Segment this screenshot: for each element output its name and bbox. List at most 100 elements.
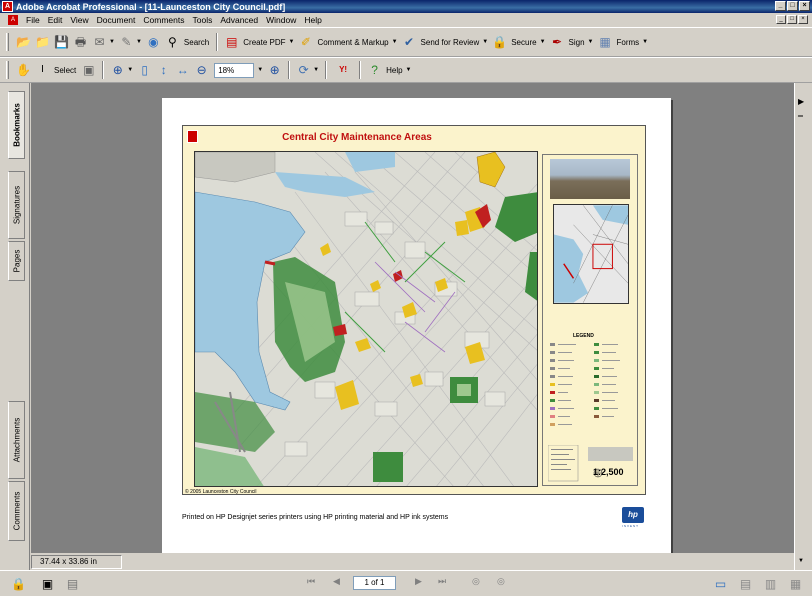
document-properties-icon[interactable]: ▤ xyxy=(64,575,81,592)
map-notes xyxy=(548,445,633,482)
options-arrow-icon[interactable]: ▶ xyxy=(798,97,804,106)
toolbar-separator xyxy=(359,61,362,79)
fit-page-icon[interactable]: ↕ xyxy=(155,62,172,79)
actual-size-icon[interactable]: ▯ xyxy=(136,62,153,79)
attach-icon[interactable]: ✎ xyxy=(118,34,135,51)
chevron-down-icon[interactable]: ▼ xyxy=(642,39,648,45)
vertical-scrollbar[interactable]: ▶ ═ ▼ xyxy=(794,83,812,570)
first-page-icon[interactable]: ⏮ xyxy=(307,576,315,587)
zoom-in-small-icon[interactable]: ⊕ xyxy=(266,62,283,79)
facing-icon[interactable]: ▥ xyxy=(762,575,779,592)
forms-button[interactable]: Forms xyxy=(616,38,639,47)
email-icon[interactable]: ✉ xyxy=(91,34,108,51)
help-icon[interactable]: ? xyxy=(366,62,383,79)
tab-pages[interactable]: Pages xyxy=(8,241,25,281)
page-thumbnail-icon[interactable]: ▣ xyxy=(39,575,56,592)
comment-icon[interactable]: ✐ xyxy=(297,34,314,51)
acrobat-icon: A xyxy=(2,1,13,12)
yahoo-icon[interactable]: Y! xyxy=(332,62,354,79)
next-view-icon[interactable]: ◎ xyxy=(497,576,505,587)
chevron-down-icon[interactable]: ▼ xyxy=(136,39,142,45)
snapshot-icon[interactable]: ▣ xyxy=(80,62,97,79)
forms-icon[interactable]: ▦ xyxy=(596,34,613,51)
tab-attachments[interactable]: Attachments xyxy=(8,401,25,479)
globe-icon[interactable]: ◉ xyxy=(145,34,162,51)
chevron-down-icon[interactable]: ▼ xyxy=(289,39,295,45)
chevron-down-icon[interactable]: ▼ xyxy=(588,39,594,45)
close-icon[interactable]: × xyxy=(799,1,810,11)
minimize-icon[interactable]: _ xyxy=(775,1,786,11)
comment-markup-button[interactable]: Comment & Markup xyxy=(317,38,388,47)
menu-comments[interactable]: Comments xyxy=(139,15,188,25)
legend-items xyxy=(550,343,620,426)
previous-view-icon[interactable]: ◎ xyxy=(472,576,480,587)
pdf-page: Central City Maintenance Areas © 2005 La… xyxy=(162,98,671,553)
fit-width-icon[interactable]: ↔ xyxy=(174,62,191,79)
search-button[interactable]: Search xyxy=(184,38,209,47)
last-page-icon[interactable]: ⏭ xyxy=(438,576,446,587)
previous-page-icon[interactable]: ◀ xyxy=(333,576,340,587)
menu-help[interactable]: Help xyxy=(300,15,325,25)
chevron-down-icon[interactable]: ▼ xyxy=(257,67,263,73)
chevron-down-icon[interactable]: ▼ xyxy=(313,67,319,73)
single-page-icon[interactable]: ▭ xyxy=(712,575,729,592)
menu-advanced[interactable]: Advanced xyxy=(216,15,262,25)
zoom-out-icon[interactable]: ⊖ xyxy=(193,62,210,79)
hand-icon[interactable]: ✋ xyxy=(15,62,32,79)
help-button[interactable]: Help xyxy=(386,66,402,75)
security-lock-icon[interactable]: 🔒 xyxy=(10,575,27,592)
document-viewer[interactable]: Central City Maintenance Areas © 2005 La… xyxy=(31,83,794,553)
document-icon[interactable]: A xyxy=(8,15,18,25)
toolbar-grip[interactable] xyxy=(6,33,9,51)
organizer-icon[interactable]: 📁 xyxy=(34,34,51,51)
continuous-icon[interactable]: ▤ xyxy=(737,575,754,592)
pen-icon[interactable]: ✒ xyxy=(549,34,566,51)
split-handle-icon[interactable]: ═ xyxy=(798,113,803,120)
maximize-icon[interactable]: □ xyxy=(787,1,798,11)
create-pdf-icon[interactable]: ▤ xyxy=(223,34,240,51)
location-map xyxy=(553,204,629,304)
continuous-facing-icon[interactable]: ▦ xyxy=(787,575,804,592)
send-review-button[interactable]: Send for Review xyxy=(421,38,480,47)
binoculars-icon[interactable]: ⚲ xyxy=(164,34,181,51)
page-number-input[interactable]: 1 of 1 xyxy=(353,576,396,590)
next-page-icon[interactable]: ▶ xyxy=(415,576,422,587)
print-icon[interactable]: 🖶 xyxy=(72,34,89,51)
toolbar-grip[interactable] xyxy=(6,61,9,79)
zoom-input[interactable]: 18% xyxy=(214,62,255,78)
menu-file[interactable]: File xyxy=(22,15,44,25)
tab-signatures[interactable]: Signatures xyxy=(8,171,25,239)
menu-window[interactable]: Window xyxy=(262,15,300,25)
menu-document[interactable]: Document xyxy=(93,15,140,25)
save-icon[interactable]: 💾 xyxy=(53,34,70,51)
doc-restore-icon[interactable]: □ xyxy=(787,15,797,24)
menu-tools[interactable]: Tools xyxy=(188,15,216,25)
menu-edit[interactable]: Edit xyxy=(44,15,67,25)
zoom-in-icon[interactable]: ⊕ xyxy=(109,62,126,79)
secure-button[interactable]: Secure xyxy=(511,38,536,47)
chevron-down-icon[interactable]: ▼ xyxy=(406,67,412,73)
rotate-icon[interactable]: ⟳ xyxy=(295,62,312,79)
menu-view[interactable]: View xyxy=(66,15,92,25)
select-button[interactable]: Select xyxy=(54,66,76,75)
tab-bookmarks[interactable]: Bookmarks xyxy=(8,91,25,159)
title-bar[interactable]: A Adobe Acrobat Professional - [11-Launc… xyxy=(0,0,812,13)
send-review-icon[interactable]: ✔ xyxy=(401,34,418,51)
chevron-down-icon[interactable]: ▼ xyxy=(392,39,398,45)
select-cursor-icon[interactable]: I xyxy=(34,62,51,79)
chevron-down-icon[interactable]: ▼ xyxy=(109,39,115,45)
chevron-down-icon[interactable]: ▼ xyxy=(482,39,488,45)
sign-button[interactable]: Sign xyxy=(569,38,585,47)
hp-logo: hp xyxy=(622,507,644,523)
lock-icon[interactable]: 🔒 xyxy=(491,34,508,51)
chevron-down-icon[interactable]: ▼ xyxy=(540,39,546,45)
city-map xyxy=(194,151,538,487)
chevron-down-icon[interactable]: ▼ xyxy=(127,67,133,73)
map-graphic xyxy=(195,152,537,486)
doc-minimize-icon[interactable]: _ xyxy=(776,15,786,24)
doc-close-icon[interactable]: × xyxy=(798,15,808,24)
create-pdf-button[interactable]: Create PDF xyxy=(243,38,285,47)
open-icon[interactable]: 📂 xyxy=(15,34,32,51)
tab-comments[interactable]: Comments xyxy=(8,481,25,541)
scroll-down-icon[interactable]: ▼ xyxy=(798,558,804,564)
